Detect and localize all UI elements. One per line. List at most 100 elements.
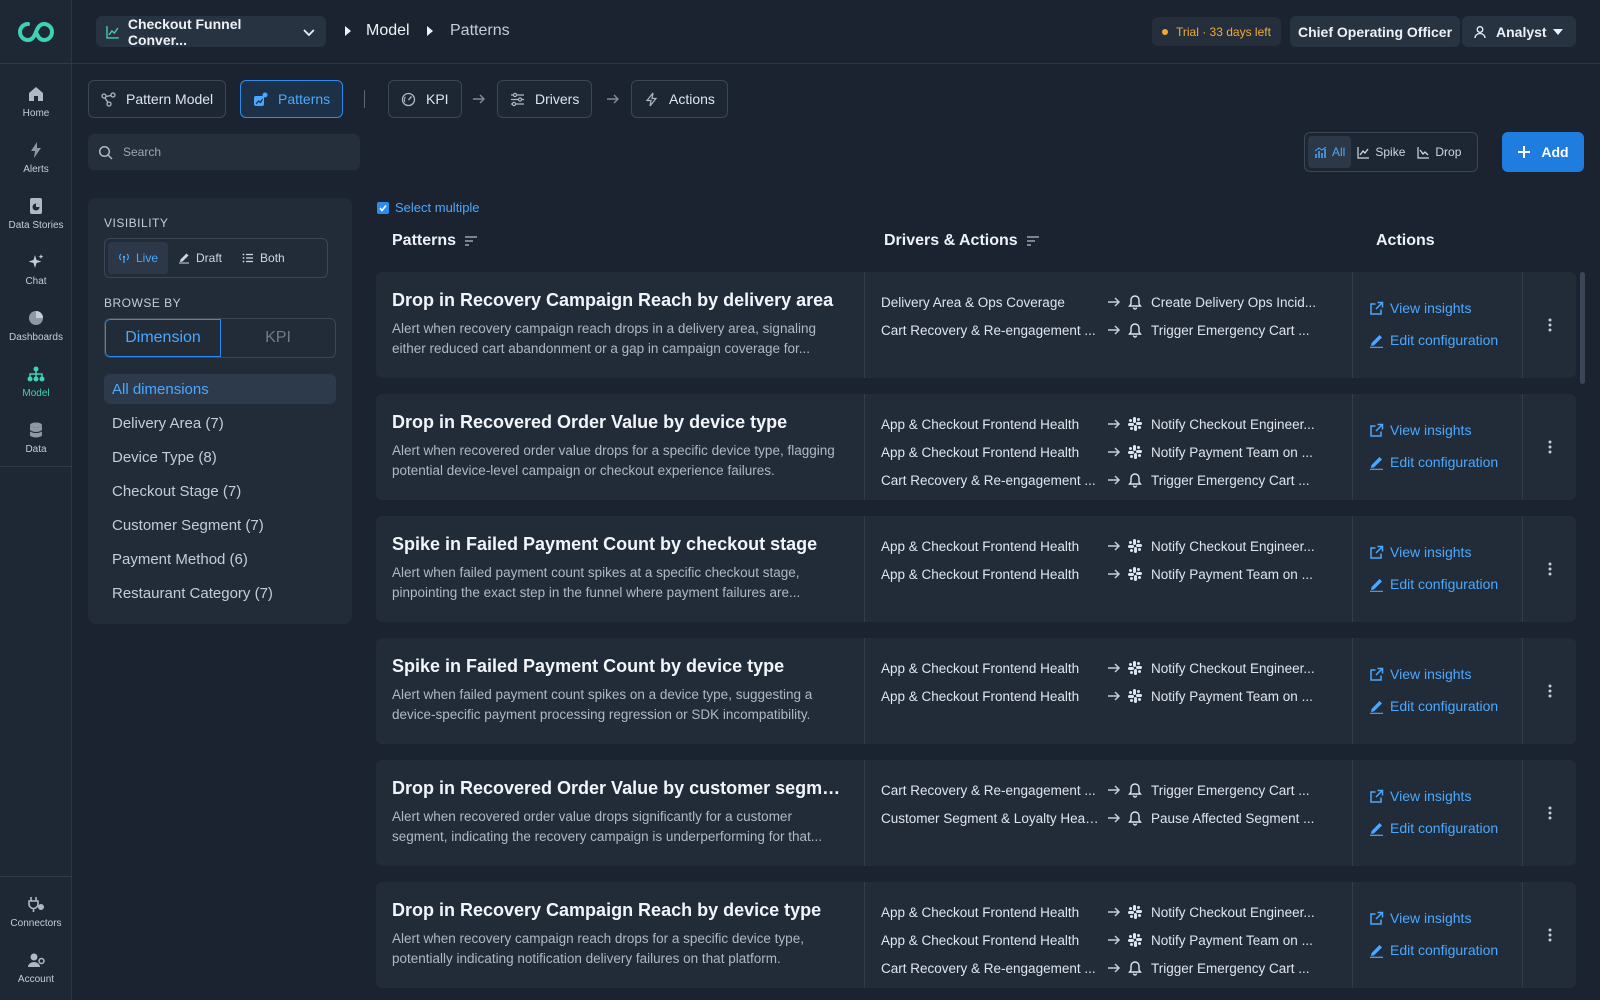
more-vertical-icon[interactable] bbox=[1542, 683, 1558, 699]
actions-cell: View insights Edit configuration bbox=[1352, 394, 1522, 500]
driver-action-link[interactable]: Customer Segment & Loyalty Heal... Pause … bbox=[881, 804, 1336, 832]
user-menu-button[interactable]: Analyst bbox=[1462, 16, 1576, 47]
driver-action-link[interactable]: App & Checkout Frontend Health Notify Pay… bbox=[881, 682, 1336, 710]
tab-pattern-model[interactable]: Pattern Model bbox=[88, 80, 227, 118]
add-pattern-button[interactable]: Add bbox=[1502, 132, 1584, 172]
pattern-title[interactable]: Spike in Failed Payment Count by device … bbox=[392, 656, 848, 677]
nav-item-data-stories[interactable]: Data Stories bbox=[0, 196, 72, 244]
dimension-item[interactable]: Device Type (8) bbox=[104, 442, 336, 472]
dimension-item[interactable]: Checkout Stage (7) bbox=[104, 476, 336, 506]
trend-up-icon bbox=[1357, 146, 1370, 159]
tab-actions[interactable]: Actions bbox=[631, 80, 728, 118]
column-header-patterns[interactable]: Patterns bbox=[392, 232, 478, 250]
pattern-title[interactable]: Drop in Recovered Order Value by custome… bbox=[392, 778, 848, 799]
dimension-item[interactable]: Payment Method (6) bbox=[104, 544, 336, 574]
more-vertical-icon[interactable] bbox=[1542, 439, 1558, 455]
select-multiple-checkbox[interactable] bbox=[377, 201, 389, 214]
edit-configuration-link[interactable]: Edit configuration bbox=[1369, 332, 1498, 348]
tab-patterns[interactable]: Patterns bbox=[240, 80, 344, 118]
pattern-title[interactable]: Drop in Recovery Campaign Reach by deliv… bbox=[392, 290, 848, 311]
edit-configuration-link[interactable]: Edit configuration bbox=[1369, 454, 1498, 470]
view-insights-link[interactable]: View insights bbox=[1369, 666, 1471, 682]
pattern-title[interactable]: Drop in Recovered Order Value by device … bbox=[392, 412, 848, 433]
more-vertical-icon[interactable] bbox=[1542, 561, 1558, 577]
nav-item-home[interactable]: Home bbox=[0, 84, 72, 132]
edit-configuration-link[interactable]: Edit configuration bbox=[1369, 698, 1498, 714]
driver-action-link[interactable]: Cart Recovery & Re-engagement ... Trigger… bbox=[881, 776, 1336, 804]
dimension-item[interactable]: All dimensions bbox=[104, 374, 336, 404]
filter-all[interactable]: All bbox=[1308, 136, 1352, 168]
edit-configuration-link[interactable]: Edit configuration bbox=[1369, 576, 1498, 592]
breadcrumb-model[interactable]: Model bbox=[366, 22, 410, 40]
driver-name: App & Checkout Frontend Health bbox=[881, 566, 1080, 582]
view-insights-link[interactable]: View insights bbox=[1369, 788, 1471, 804]
nav-item-account[interactable]: Account bbox=[0, 950, 72, 998]
filter-drop[interactable]: Drop bbox=[1411, 136, 1467, 168]
browse-dimension[interactable]: Dimension bbox=[105, 319, 221, 357]
dimension-item[interactable]: Delivery Area (7) bbox=[104, 408, 336, 438]
driver-action-link[interactable]: Delivery Area & Ops Coverage Create Deliv… bbox=[881, 288, 1336, 316]
nav-item-dashboards[interactable]: Dashboards bbox=[0, 308, 72, 356]
view-insights-link[interactable]: View insights bbox=[1369, 910, 1471, 926]
pattern-row[interactable]: Drop in Recovery Campaign Reach by deliv… bbox=[376, 272, 1576, 378]
pie-chart-icon bbox=[29, 311, 43, 325]
pattern-description: Alert when failed payment count spikes o… bbox=[392, 687, 813, 722]
driver-action-link[interactable]: App & Checkout Frontend Health Notify Che… bbox=[881, 898, 1336, 926]
dimension-item[interactable]: Restaurant Category (7) bbox=[104, 578, 336, 608]
role-badge[interactable]: Chief Operating Officer bbox=[1290, 16, 1461, 47]
view-insights-link[interactable]: View insights bbox=[1369, 544, 1471, 560]
scrollbar-thumb[interactable] bbox=[1580, 272, 1585, 384]
pattern-cell: Spike in Failed Payment Count by device … bbox=[376, 638, 864, 744]
nav-item-alerts[interactable]: Alerts bbox=[0, 140, 72, 188]
driver-action-link[interactable]: App & Checkout Frontend Health Notify Pay… bbox=[881, 438, 1336, 466]
pattern-title[interactable]: Spike in Failed Payment Count by checkou… bbox=[392, 534, 848, 555]
nav-item-model[interactable]: Model bbox=[0, 364, 72, 412]
driver-action-link[interactable]: App & Checkout Frontend Health Notify Che… bbox=[881, 532, 1336, 560]
search-icon bbox=[98, 145, 113, 160]
row-menu-cell bbox=[1522, 272, 1576, 378]
view-insights-link[interactable]: View insights bbox=[1369, 422, 1471, 438]
driver-action-link[interactable]: App & Checkout Frontend Health Notify Che… bbox=[881, 410, 1336, 438]
pattern-title[interactable]: Drop in Recovery Campaign Reach by devic… bbox=[392, 900, 848, 921]
dimension-item[interactable]: Customer Segment (7) bbox=[104, 510, 336, 540]
more-vertical-icon[interactable] bbox=[1542, 927, 1558, 943]
driver-action-link[interactable]: App & Checkout Frontend Health Notify Pay… bbox=[881, 560, 1336, 588]
more-vertical-icon[interactable] bbox=[1542, 317, 1558, 333]
sort-icon[interactable] bbox=[1026, 234, 1040, 248]
driver-action-link[interactable]: Cart Recovery & Re-engagement ... Trigger… bbox=[881, 466, 1336, 494]
sort-icon[interactable] bbox=[464, 234, 478, 248]
edit-configuration-link[interactable]: Edit configuration bbox=[1369, 820, 1498, 836]
search-input[interactable] bbox=[123, 145, 343, 159]
driver-action-link[interactable]: Cart Recovery & Re-engagement ... Trigger… bbox=[881, 954, 1336, 982]
filter-spike[interactable]: Spike bbox=[1351, 136, 1411, 168]
pattern-row[interactable]: Spike in Failed Payment Count by checkou… bbox=[376, 516, 1576, 622]
pattern-row[interactable]: Drop in Recovery Campaign Reach by devic… bbox=[376, 882, 1576, 988]
actions-cell: View insights Edit configuration bbox=[1352, 516, 1522, 622]
pattern-row[interactable]: Drop in Recovered Order Value by device … bbox=[376, 394, 1576, 500]
visibility-both[interactable]: Both bbox=[232, 242, 295, 274]
rail-divider bbox=[0, 466, 72, 467]
view-insights-label: View insights bbox=[1390, 422, 1472, 438]
brand-logo-icon[interactable] bbox=[14, 18, 58, 46]
driver-action-link[interactable]: App & Checkout Frontend Health Notify Pay… bbox=[881, 926, 1336, 954]
nav-item-chat[interactable]: Chat bbox=[0, 252, 72, 300]
pattern-row[interactable]: Spike in Failed Payment Count by device … bbox=[376, 638, 1576, 744]
browse-kpi[interactable]: KPI bbox=[221, 319, 335, 357]
pattern-cell: Spike in Failed Payment Count by checkou… bbox=[376, 516, 864, 622]
more-vertical-icon[interactable] bbox=[1542, 805, 1558, 821]
project-selector[interactable]: Checkout Funnel Conver... bbox=[96, 16, 326, 48]
edit-configuration-link[interactable]: Edit configuration bbox=[1369, 942, 1498, 958]
driver-action-link[interactable]: App & Checkout Frontend Health Notify Che… bbox=[881, 654, 1336, 682]
visibility-draft[interactable]: Draft bbox=[168, 242, 232, 274]
nav-item-data[interactable]: Data bbox=[0, 420, 72, 468]
driver-action-link[interactable]: Cart Recovery & Re-engagement ... Trigger… bbox=[881, 316, 1336, 344]
tab-drivers[interactable]: Drivers bbox=[497, 80, 593, 118]
select-multiple-toggle[interactable]: Select multiple bbox=[377, 200, 480, 215]
column-header-drivers-actions[interactable]: Drivers & Actions bbox=[884, 232, 1040, 250]
tab-kpi[interactable]: KPI bbox=[388, 80, 462, 118]
visibility-live[interactable]: Live bbox=[108, 242, 169, 274]
trial-badge: Trial · 33 days left bbox=[1152, 17, 1281, 46]
pattern-row[interactable]: Drop in Recovered Order Value by custome… bbox=[376, 760, 1576, 866]
nav-item-connectors[interactable]: Connectors bbox=[0, 894, 72, 942]
view-insights-link[interactable]: View insights bbox=[1369, 300, 1471, 316]
